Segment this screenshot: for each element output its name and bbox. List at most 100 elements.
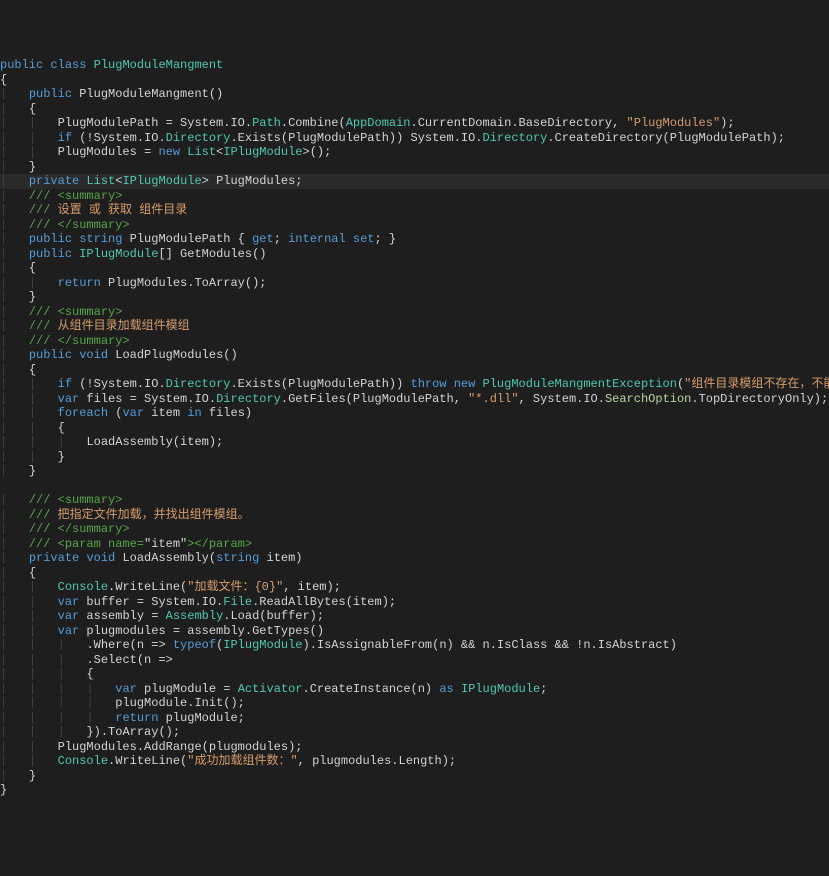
code-token: 设置 或 获取 组件目录	[58, 203, 188, 217]
code-token: .WriteLine(	[108, 580, 187, 594]
code-line[interactable]: | | PlugModules.AddRange(plugmodules);	[0, 740, 829, 755]
code-line[interactable]: | /// <summary>	[0, 305, 829, 320]
code-line[interactable]: | /// 从组件目录加载组件模组	[0, 319, 829, 334]
code-token: LoadAssembly(item);	[86, 435, 223, 449]
code-token: files)	[202, 406, 252, 420]
code-token: plugModule;	[158, 711, 244, 725]
code-line[interactable]: | | | | plugModule.Init();	[0, 696, 829, 711]
code-line[interactable]: | | | {	[0, 667, 829, 682]
code-line[interactable]: | | }	[0, 450, 829, 465]
code-line[interactable]: | {	[0, 566, 829, 581]
code-token: item	[144, 406, 187, 420]
code-token: /// </summary>	[29, 334, 130, 348]
code-token: IPlugModule	[223, 638, 302, 652]
code-token: File	[223, 595, 252, 609]
code-line[interactable]: | | Console.WriteLine("加载文件：{0}", item);	[0, 580, 829, 595]
code-token: ;	[274, 232, 288, 246]
code-token: ///	[29, 508, 58, 522]
code-token: var	[58, 595, 80, 609]
code-line[interactable]: | | var files = System.IO.Directory.GetF…	[0, 392, 829, 407]
code-token: PlugModulePath {	[122, 232, 252, 246]
code-line[interactable]: | }	[0, 290, 829, 305]
code-token: as	[439, 682, 453, 696]
code-line[interactable]: | | return PlugModules.ToArray();	[0, 276, 829, 291]
code-token: if	[58, 131, 72, 145]
code-line[interactable]: | }	[0, 160, 829, 175]
code-line[interactable]: | private List<IPlugModule> PlugModules;	[0, 174, 829, 189]
code-line[interactable]: | /// </summary>	[0, 334, 829, 349]
code-line[interactable]: | /// <summary>	[0, 493, 829, 508]
code-token: /// </summary>	[29, 218, 130, 232]
code-line[interactable]: | | | LoadAssembly(item);	[0, 435, 829, 450]
code-line[interactable]: | }	[0, 769, 829, 784]
code-line[interactable]: | | PlugModules = new List<IPlugModule>(…	[0, 145, 829, 160]
code-token: .CurrentDomain.BaseDirectory,	[411, 116, 627, 130]
code-token: public	[29, 232, 72, 246]
code-token: IPlugModule	[79, 247, 158, 261]
code-line[interactable]: }	[0, 783, 829, 798]
code-token: void	[86, 551, 115, 565]
code-line[interactable]: | | var assembly = Assembly.Load(buffer)…	[0, 609, 829, 624]
code-token: PlugModulePath = System.IO.	[58, 116, 252, 130]
code-token: List	[187, 145, 216, 159]
code-line[interactable]: | }	[0, 464, 829, 479]
code-line[interactable]: | | var buffer = System.IO.File.ReadAllB…	[0, 595, 829, 610]
code-token: Path	[252, 116, 281, 130]
code-token: PlugModules =	[58, 145, 159, 159]
code-token: }	[29, 769, 36, 783]
code-token: (!System.IO.	[72, 377, 166, 391]
code-line[interactable]: | /// 设置 或 获取 组件目录	[0, 203, 829, 218]
code-line[interactable]: | private void LoadAssembly(string item)	[0, 551, 829, 566]
code-line[interactable]: | | if (!System.IO.Directory.Exists(Plug…	[0, 131, 829, 146]
code-line[interactable]: | public void LoadPlugModules()	[0, 348, 829, 363]
code-token: LoadAssembly(	[115, 551, 216, 565]
code-editor[interactable]: public class PlugModuleMangment{| public…	[0, 58, 829, 804]
code-token: buffer = System.IO.	[79, 595, 223, 609]
code-line[interactable]: | {	[0, 102, 829, 117]
code-token: IPlugModule	[223, 145, 302, 159]
code-line[interactable]: | | foreach (var item in files)	[0, 406, 829, 421]
code-line[interactable]: public class PlugModuleMangment	[0, 58, 829, 73]
code-token: .Exists(PlugModulePath))	[230, 377, 410, 391]
code-line[interactable]: {	[0, 73, 829, 88]
code-token: }	[29, 290, 36, 304]
code-line[interactable]: | /// 把指定文件加载，并找出组件模组。	[0, 508, 829, 523]
code-line[interactable]: | | var plugmodules = assembly.GetTypes(…	[0, 624, 829, 639]
code-line[interactable]: | | Console.WriteLine("成功加载组件数：", plugmo…	[0, 754, 829, 769]
code-token: .WriteLine(	[108, 754, 187, 768]
code-token: private	[29, 174, 79, 188]
code-token: Assembly	[166, 609, 224, 623]
code-line[interactable]: | public PlugModuleMangment()	[0, 87, 829, 102]
code-line[interactable]: | | PlugModulePath = System.IO.Path.Comb…	[0, 116, 829, 131]
code-token: return	[115, 711, 158, 725]
code-token: ;	[540, 682, 547, 696]
code-line[interactable]: | | | .Select(n =>	[0, 653, 829, 668]
code-line[interactable]: | public string PlugModulePath { get; in…	[0, 232, 829, 247]
code-token: 把指定文件加载，并找出组件模组。	[58, 508, 250, 522]
code-line[interactable]: | | if (!System.IO.Directory.Exists(Plug…	[0, 377, 829, 392]
code-line[interactable]	[0, 479, 829, 494]
code-token: }).ToArray();	[86, 725, 180, 739]
code-line[interactable]: | | | .Where(n => typeof(IPlugModule).Is…	[0, 638, 829, 653]
code-token: .GetFiles(PlugModulePath,	[281, 392, 468, 406]
code-line[interactable]: | {	[0, 363, 829, 378]
code-line[interactable]: | public IPlugModule[] GetModules()	[0, 247, 829, 262]
code-line[interactable]: | | | | return plugModule;	[0, 711, 829, 726]
code-token: }	[58, 450, 65, 464]
code-line[interactable]: | /// </summary>	[0, 218, 829, 233]
code-line[interactable]: | | | }).ToArray();	[0, 725, 829, 740]
code-line[interactable]: | {	[0, 261, 829, 276]
code-token: private	[29, 551, 79, 565]
code-token: ///	[29, 319, 58, 333]
code-line[interactable]: | /// <param name="item"></param>	[0, 537, 829, 552]
code-token: Directory	[166, 131, 231, 145]
code-line[interactable]: | | {	[0, 421, 829, 436]
code-token: public	[29, 87, 72, 101]
code-token: item)	[259, 551, 302, 565]
code-token: , plugmodules.Length);	[298, 754, 456, 768]
code-token: }	[29, 464, 36, 478]
code-line[interactable]: | /// <summary>	[0, 189, 829, 204]
code-token: Directory	[216, 392, 281, 406]
code-line[interactable]: | | | | var plugModule = Activator.Creat…	[0, 682, 829, 697]
code-line[interactable]: | /// </summary>	[0, 522, 829, 537]
